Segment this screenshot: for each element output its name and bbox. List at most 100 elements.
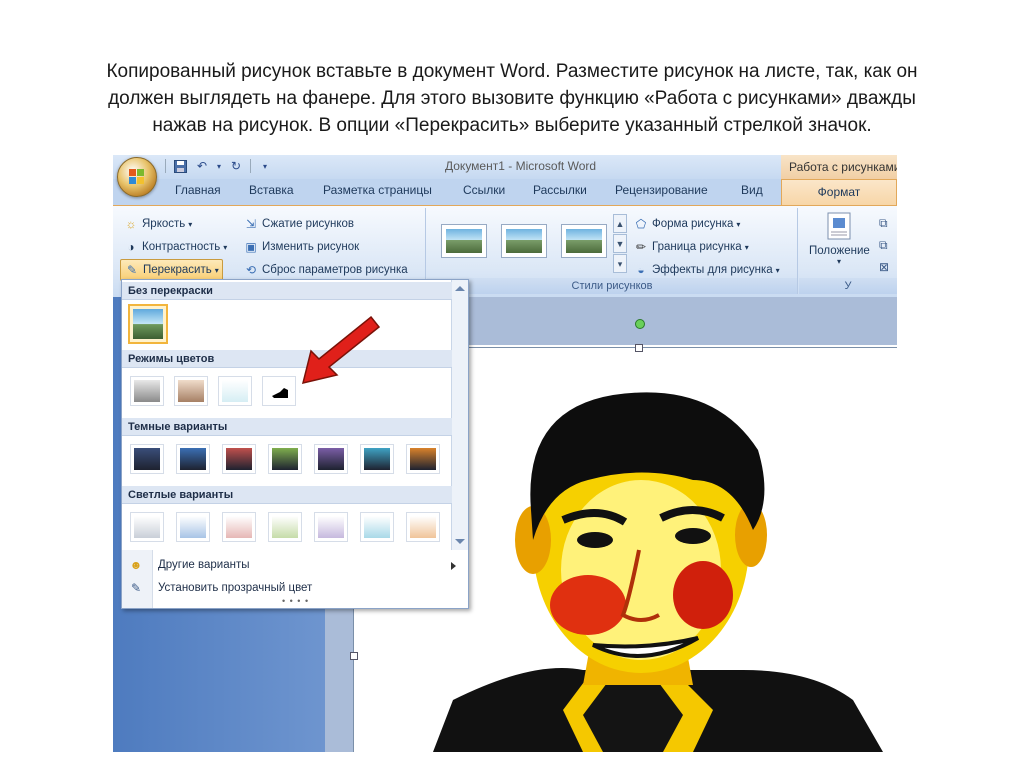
arrange-label: У <box>799 278 897 294</box>
contrast-icon: ◑ <box>127 240 135 254</box>
dark-variant-swatch[interactable] <box>314 444 348 474</box>
tab-home[interactable]: Главная <box>175 183 221 197</box>
instruction-line-3: нажав на рисунок. В опции «Перекрасить» … <box>152 115 872 136</box>
instruction-line-2: должен выглядеть на фанере. Для этого вы… <box>108 88 916 109</box>
bw-silhouette-icon <box>272 388 288 398</box>
scroll-down-icon[interactable] <box>455 539 465 544</box>
compress-icon: ⇲ <box>245 217 257 231</box>
picture-border-label: Граница рисунка <box>652 241 742 253</box>
light-variant-swatch[interactable] <box>222 512 256 542</box>
picture-shape-button[interactable]: ⬠ Форма рисунка ▾ <box>633 214 741 234</box>
tab-references[interactable]: Ссылки <box>463 183 505 197</box>
compress-label: Сжатие рисунков <box>262 218 355 230</box>
picture-effects-label: Эффекты для рисунка <box>652 264 773 276</box>
instruction-text: Копированный рисунок вставьте в документ… <box>40 58 984 139</box>
title-bar: ↶ ▾ ↻ ▾ Документ1 - Microsoft Word Работ… <box>113 155 897 179</box>
picture-style-1[interactable] <box>441 224 487 258</box>
redo-icon[interactable]: ↻ <box>228 158 244 174</box>
section-light-variants: Светлые варианты <box>122 486 452 504</box>
swatch-washout[interactable] <box>218 376 252 406</box>
tab-review[interactable]: Рецензирование <box>615 183 708 197</box>
tab-format[interactable]: Формат <box>781 179 897 205</box>
dark-variant-swatch[interactable] <box>406 444 440 474</box>
ribbon-tab-bar: Главная Вставка Разметка страницы Ссылки… <box>113 179 897 205</box>
save-icon[interactable] <box>172 158 188 174</box>
picture-styles-group: ▲ ▼ ▾ ⬠ Форма рисунка ▾ ✏ Граница рисунк… <box>427 208 798 294</box>
reset-picture-button[interactable]: ⟲ Сброс параметров рисунка <box>243 260 408 280</box>
scroll-up-icon[interactable] <box>455 286 465 291</box>
light-variant-swatch[interactable] <box>406 512 440 542</box>
tab-view[interactable]: Вид <box>741 183 763 197</box>
light-variant-swatch[interactable] <box>314 512 348 542</box>
scroll-up-icon[interactable]: ▲ <box>613 214 627 233</box>
dark-variant-swatch[interactable] <box>222 444 256 474</box>
dark-variant-swatch[interactable] <box>130 444 164 474</box>
more-variants-item[interactable]: ☻ Другие варианты <box>122 554 466 576</box>
swatch-sepia[interactable] <box>174 376 208 406</box>
office-button[interactable] <box>117 157 157 197</box>
styles-gallery-scroll[interactable]: ▲ ▼ ▾ <box>613 214 627 274</box>
change-picture-button[interactable]: ▣ Изменить рисунок <box>243 237 359 257</box>
swatch-grayscale[interactable] <box>130 376 164 406</box>
dark-variant-swatch[interactable] <box>360 444 394 474</box>
arrange-group: Положение ▾ ⧉ ⧉ ⊠ У <box>799 208 897 294</box>
office-logo-icon <box>129 169 144 184</box>
pen-icon: ✎ <box>130 581 142 595</box>
effects-icon: ◒ <box>637 263 645 277</box>
rotation-handle[interactable] <box>635 319 645 329</box>
dark-variant-swatch[interactable] <box>268 444 302 474</box>
picture-style-3[interactable] <box>561 224 607 258</box>
qat-separator <box>165 159 166 173</box>
arrange-icons[interactable]: ⧉ ⧉ ⊠ <box>879 212 889 278</box>
picture-style-2[interactable] <box>501 224 547 258</box>
brightness-button[interactable]: ☼ Яркость ▾ <box>123 214 193 234</box>
compress-pictures-button[interactable]: ⇲ Сжатие рисунков <box>243 214 354 234</box>
recolor-button[interactable]: ✎ Перекрасить ▾ <box>120 259 223 281</box>
resize-grip-icon[interactable]: • • • • <box>282 596 309 606</box>
section-color-modes: Режимы цветов <box>122 350 452 368</box>
resize-handle[interactable] <box>635 344 643 352</box>
more-variants-label: Другие варианты <box>158 559 250 571</box>
swatch-no-recolor[interactable] <box>128 304 168 344</box>
chevron-down-icon: ▾ <box>188 219 193 229</box>
change-picture-label: Изменить рисунок <box>262 241 360 253</box>
light-variant-swatch[interactable] <box>176 512 210 542</box>
position-button[interactable]: Положение ▾ <box>809 212 870 272</box>
position-label: Положение <box>809 245 870 257</box>
quick-access-toolbar: ↶ ▾ ↻ ▾ <box>165 158 273 174</box>
recolor-label: Перекрасить <box>143 264 212 276</box>
brightness-icon: ☼ <box>125 217 137 231</box>
light-variant-swatch[interactable] <box>268 512 302 542</box>
palette-icon: ☻ <box>129 558 143 572</box>
dropdown-scrollbar[interactable] <box>451 280 468 550</box>
light-variant-swatch[interactable] <box>130 512 164 542</box>
dark-variant-swatch[interactable] <box>176 444 210 474</box>
undo-dropdown-icon[interactable]: ▾ <box>216 158 222 174</box>
border-pen-icon: ✏ <box>635 240 647 254</box>
undo-icon[interactable]: ↶ <box>194 158 210 174</box>
tab-page-layout[interactable]: Разметка страницы <box>323 183 432 197</box>
picture-shape-label: Форма рисунка <box>652 218 734 230</box>
customize-icon[interactable]: ▾ <box>257 158 273 174</box>
reset-icon: ⟲ <box>245 263 257 277</box>
picture-effects-button[interactable]: ◒ Эффекты для рисунка ▾ <box>633 260 779 280</box>
picture-tools-title: Работа с рисунками <box>781 155 897 179</box>
section-dark-variants: Темные варианты <box>122 418 452 436</box>
window-title: Документ1 - Microsoft Word <box>445 159 597 173</box>
picture-border-button[interactable]: ✏ Граница рисунка ▾ <box>633 237 749 257</box>
tab-insert[interactable]: Вставка <box>249 183 294 197</box>
chevron-down-icon: ▾ <box>744 242 749 252</box>
word-screenshot: ↶ ▾ ↻ ▾ Документ1 - Microsoft Word Работ… <box>113 155 897 752</box>
chevron-down-icon: ▾ <box>214 265 219 275</box>
resize-handle[interactable] <box>350 652 358 660</box>
change-picture-icon: ▣ <box>245 240 257 254</box>
inserted-picture[interactable] <box>413 370 897 752</box>
scroll-down-icon[interactable]: ▼ <box>613 234 627 253</box>
contrast-label: Контрастность <box>142 241 221 253</box>
light-variant-swatch[interactable] <box>360 512 394 542</box>
tab-mailings[interactable]: Рассылки <box>533 183 587 197</box>
chevron-down-icon: ▾ <box>223 242 228 252</box>
contrast-button[interactable]: ◑ Контрастность ▾ <box>123 237 227 257</box>
submenu-arrow-icon <box>451 562 456 570</box>
gallery-more-icon[interactable]: ▾ <box>613 254 627 273</box>
